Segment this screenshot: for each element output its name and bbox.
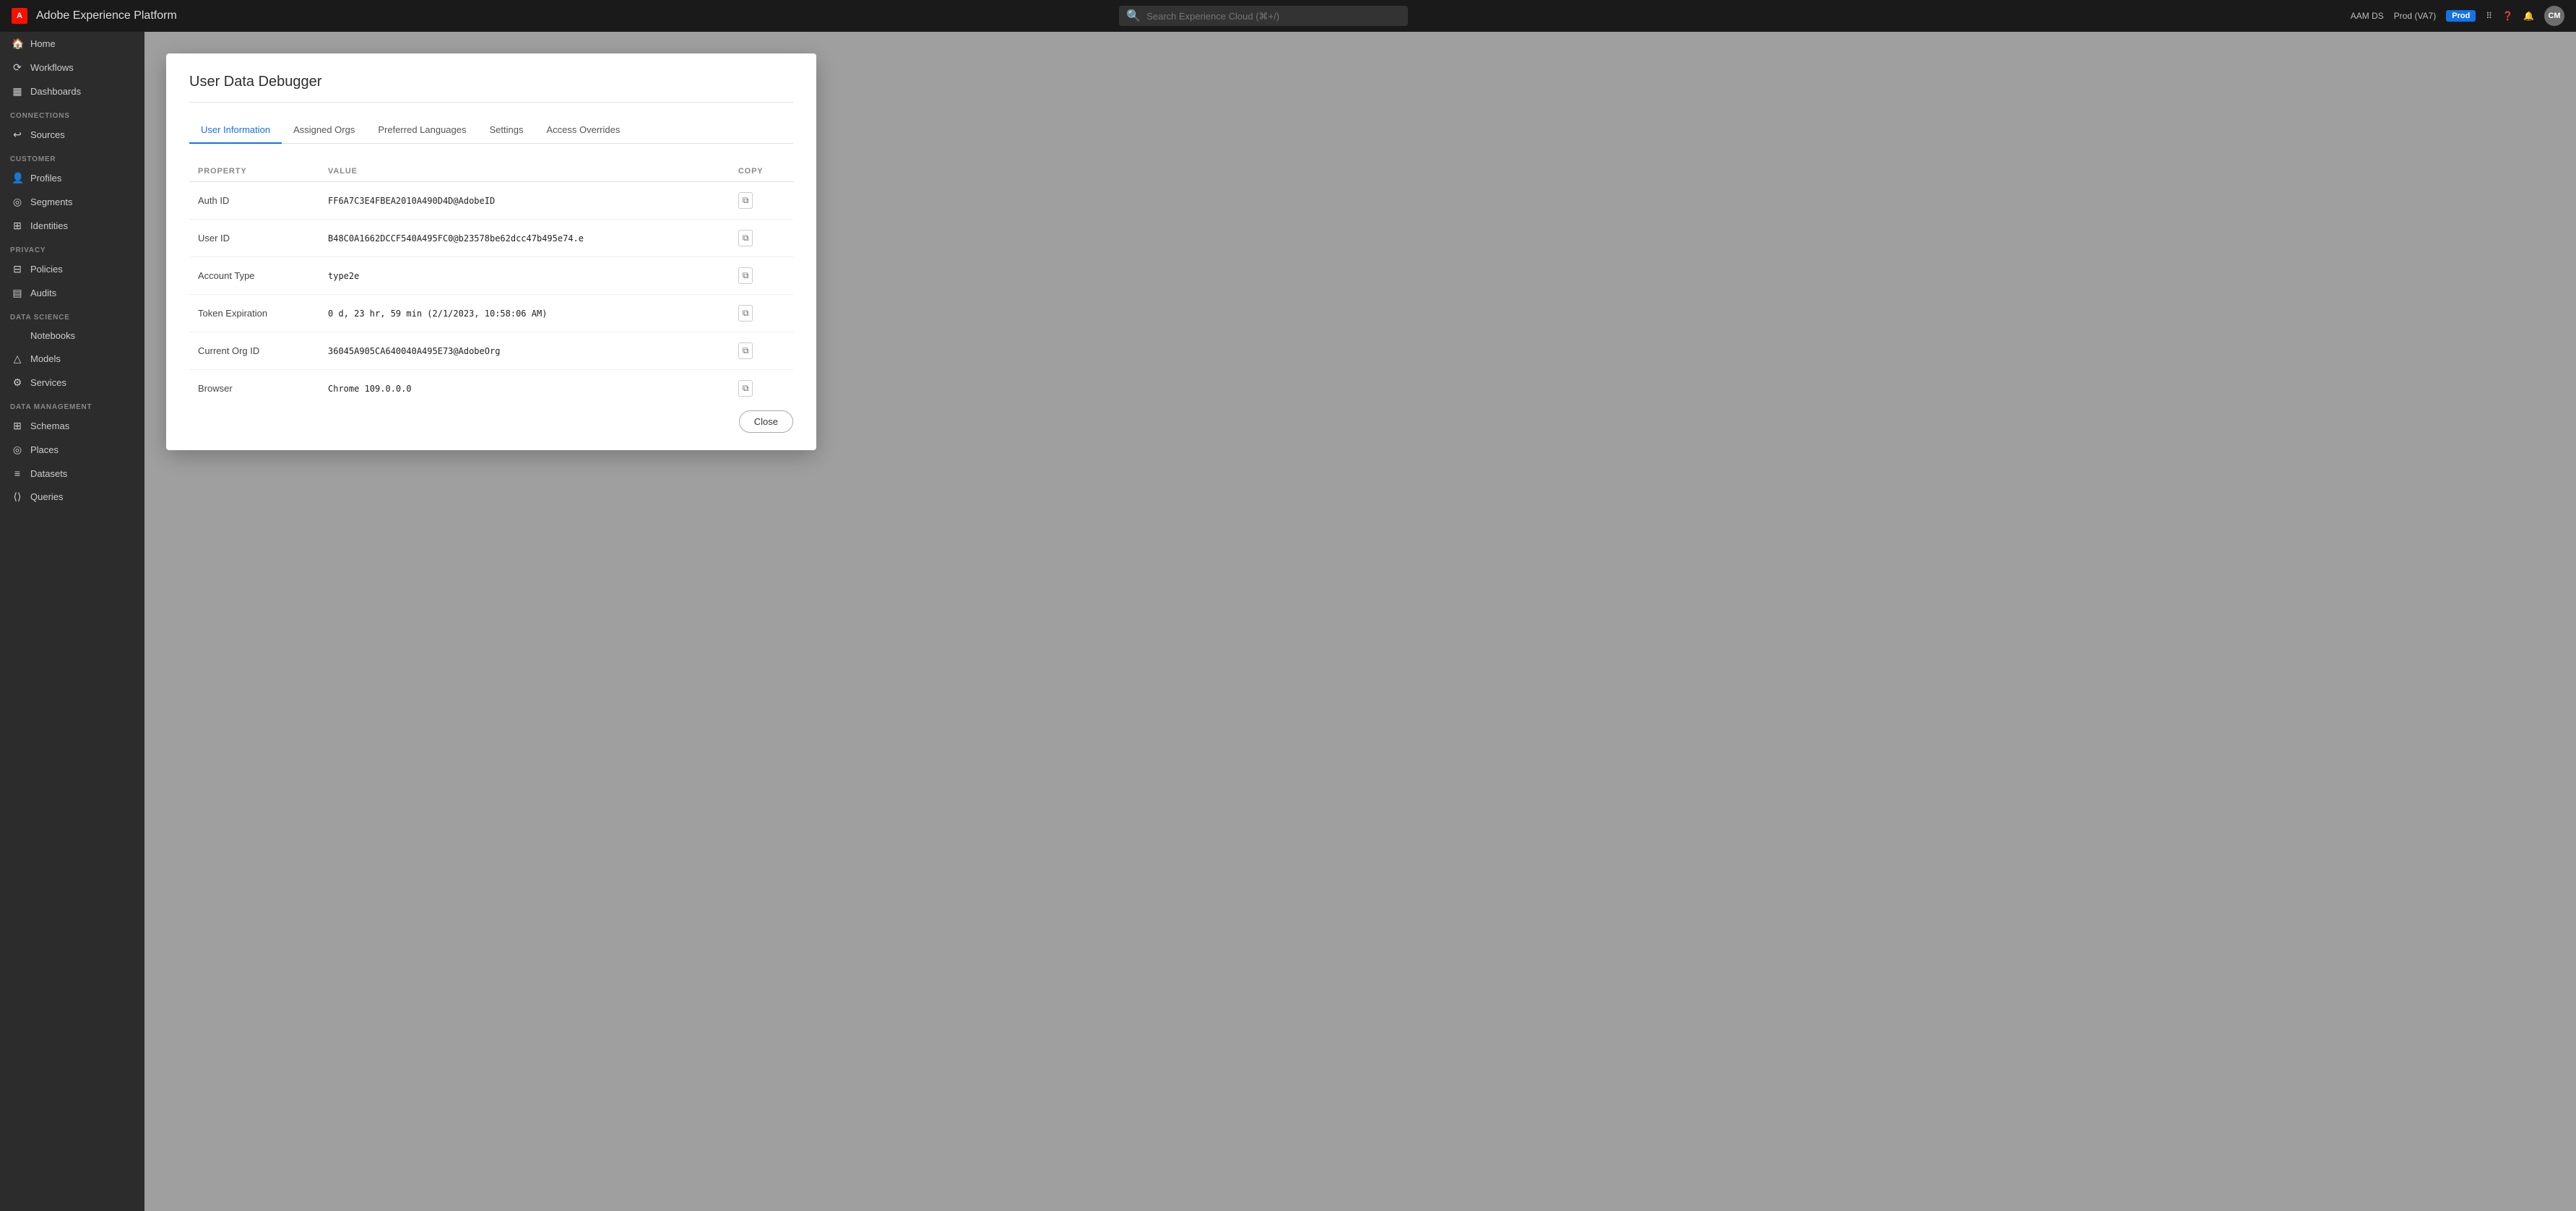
tab-preferred-languages[interactable]: Preferred Languages — [366, 117, 407, 144]
search-input[interactable] — [1146, 11, 1401, 22]
sidebar: 🏠 Home ⟳ Workflows ▦ Dashboards CONNECTI… — [0, 32, 144, 1211]
sidebar-item-segments[interactable]: ◎ Segments — [0, 190, 144, 214]
dashboards-icon: ▦ — [12, 85, 23, 98]
debug-table: PROPERTY VALUE COPY Auth ID FF6A7C3E4FBE… — [189, 161, 407, 407]
sidebar-item-sources[interactable]: ↩ Sources — [0, 123, 144, 147]
cell-property: Auth ID — [189, 182, 319, 220]
sidebar-item-label: Workflows — [30, 62, 74, 73]
sidebar-item-label: Profiles — [30, 173, 61, 184]
sidebar-item-services[interactable]: ⚙ Services — [0, 371, 144, 395]
cell-property: User ID — [189, 220, 319, 257]
help-icon[interactable]: ❓ — [2502, 11, 2513, 21]
cell-value: 0 d, 23 hr, 59 min (2/1/2023, 10:58:06 A… — [319, 295, 407, 332]
sidebar-item-label: Identities — [30, 220, 68, 231]
cell-value: 36045A905CA640040A495E73@AdobeOrg — [319, 332, 407, 370]
adobe-logo-icon: A — [12, 8, 27, 24]
sidebar-item-label: Services — [30, 377, 66, 388]
cell-property: Token Expiration — [189, 295, 319, 332]
sidebar-item-policies[interactable]: ⊟ Policies — [0, 257, 144, 281]
sidebar-item-label: Models — [30, 353, 61, 364]
workflows-icon: ⟳ — [12, 61, 23, 74]
sidebar-item-places[interactable]: ◎ Places — [0, 438, 144, 462]
sidebar-section-label: DATA MANAGEMENT — [0, 395, 144, 414]
segments-icon: ◎ — [12, 196, 23, 208]
sidebar-section-label: CONNECTIONS — [0, 103, 144, 123]
sidebar-item-label: Policies — [30, 264, 63, 275]
sidebar-item-profiles[interactable]: 👤 Profiles — [0, 166, 144, 190]
sidebar-item-models[interactable]: △ Models — [0, 347, 144, 371]
sidebar-item-identities[interactable]: ⊞ Identities — [0, 214, 144, 238]
app-name: Adobe Experience Platform — [36, 9, 177, 22]
policies-icon: ⊟ — [12, 263, 23, 275]
topbar-right: AAM DS Prod (VA7) Prod ⠿ ❓ 🔔 CM — [2351, 6, 2564, 26]
apps-icon[interactable]: ⠿ — [2486, 11, 2492, 21]
sidebar-item-home[interactable]: 🏠 Home — [0, 32, 144, 56]
env-badge[interactable]: Prod — [2446, 10, 2476, 22]
notification-icon[interactable]: 🔔 — [2523, 11, 2534, 21]
sidebar-item-queries[interactable]: ⟨⟩ Queries — [0, 485, 144, 509]
sidebar-section-label: PRIVACY — [0, 238, 144, 257]
home-icon: 🏠 — [12, 38, 23, 50]
profiles-icon: 👤 — [12, 172, 23, 184]
table-row: User ID B48C0A1662DCCF540A495FC0@b23578b… — [189, 220, 407, 257]
table-row: Current Org ID 36045A905CA640040A495E73@… — [189, 332, 407, 370]
sidebar-item-audits[interactable]: ▤ Audits — [0, 281, 144, 305]
queries-icon: ⟨⟩ — [12, 491, 23, 503]
sidebar-section-label: CUSTOMER — [0, 147, 144, 166]
sidebar-item-label: Sources — [30, 129, 65, 140]
cell-value: type2e — [319, 257, 407, 295]
avatar[interactable]: CM — [2544, 6, 2564, 26]
search-bar[interactable]: 🔍 — [1119, 6, 1408, 26]
cell-value: B48C0A1662DCCF540A495FC0@b23578be62dcc47… — [319, 220, 407, 257]
sidebar-item-schemas[interactable]: ⊞ Schemas — [0, 414, 144, 438]
cell-value: Chrome 109.0.0.0 — [319, 370, 407, 408]
sidebar-item-label: Notebooks — [30, 330, 75, 341]
sidebar-item-label: Datasets — [30, 468, 67, 479]
env-context: Prod (VA7) — [2394, 11, 2436, 21]
sidebar-item-datasets[interactable]: ≡ Datasets — [0, 462, 144, 485]
modal-title: User Data Debugger — [189, 74, 407, 103]
col-property: PROPERTY — [189, 161, 319, 182]
services-icon: ⚙ — [12, 376, 23, 389]
table-row: Auth ID FF6A7C3E4FBEA2010A490D4D@AdobeID… — [189, 182, 407, 220]
identities-icon: ⊞ — [12, 220, 23, 232]
search-icon: 🔍 — [1126, 9, 1141, 23]
sidebar-item-label: Audits — [30, 288, 56, 298]
models-icon: △ — [12, 353, 23, 365]
sidebar-item-notebooks[interactable]: Notebooks — [0, 324, 144, 347]
sidebar-item-label: Segments — [30, 197, 73, 207]
sidebar-item-label: Schemas — [30, 421, 69, 431]
modal: User Data Debugger User InformationAssig… — [166, 64, 407, 450]
sidebar-item-workflows[interactable]: ⟳ Workflows — [0, 56, 144, 79]
modal-tabs: User InformationAssigned OrgsPreferred L… — [189, 117, 407, 144]
modal-overlay: User Data Debugger User InformationAssig… — [144, 64, 407, 1211]
audits-icon: ▤ — [12, 287, 23, 299]
sidebar-item-label: Dashboards — [30, 86, 81, 97]
user-context: AAM DS — [2351, 11, 2384, 21]
cell-property: Browser — [189, 370, 319, 408]
sidebar-item-dashboards[interactable]: ▦ Dashboards — [0, 79, 144, 103]
sources-icon: ↩ — [12, 129, 23, 141]
places-icon: ◎ — [12, 444, 23, 456]
sidebar-item-label: Places — [30, 444, 59, 455]
table-row: Browser Chrome 109.0.0.0 ⧉ — [189, 370, 407, 408]
datasets-icon: ≡ — [12, 467, 23, 479]
main-content: Welcome Charles Menguy User Data Debugge… — [144, 64, 407, 1211]
cell-value: FF6A7C3E4FBEA2010A490D4D@AdobeID — [319, 182, 407, 220]
topbar: A Adobe Experience Platform 🔍 AAM DS Pro… — [0, 0, 2576, 32]
sidebar-item-label: Queries — [30, 491, 64, 502]
sidebar-section-label: DATA SCIENCE — [0, 305, 144, 324]
col-value: VALUE — [319, 161, 407, 182]
table-row: Account Type type2e ⧉ — [189, 257, 407, 295]
sidebar-item-label: Home — [30, 38, 56, 49]
cell-property: Current Org ID — [189, 332, 319, 370]
cell-property: Account Type — [189, 257, 319, 295]
tab-user-information[interactable]: User Information — [189, 117, 282, 144]
schemas-icon: ⊞ — [12, 420, 23, 432]
table-row: Token Expiration 0 d, 23 hr, 59 min (2/1… — [189, 295, 407, 332]
tab-assigned-orgs[interactable]: Assigned Orgs — [282, 117, 366, 144]
